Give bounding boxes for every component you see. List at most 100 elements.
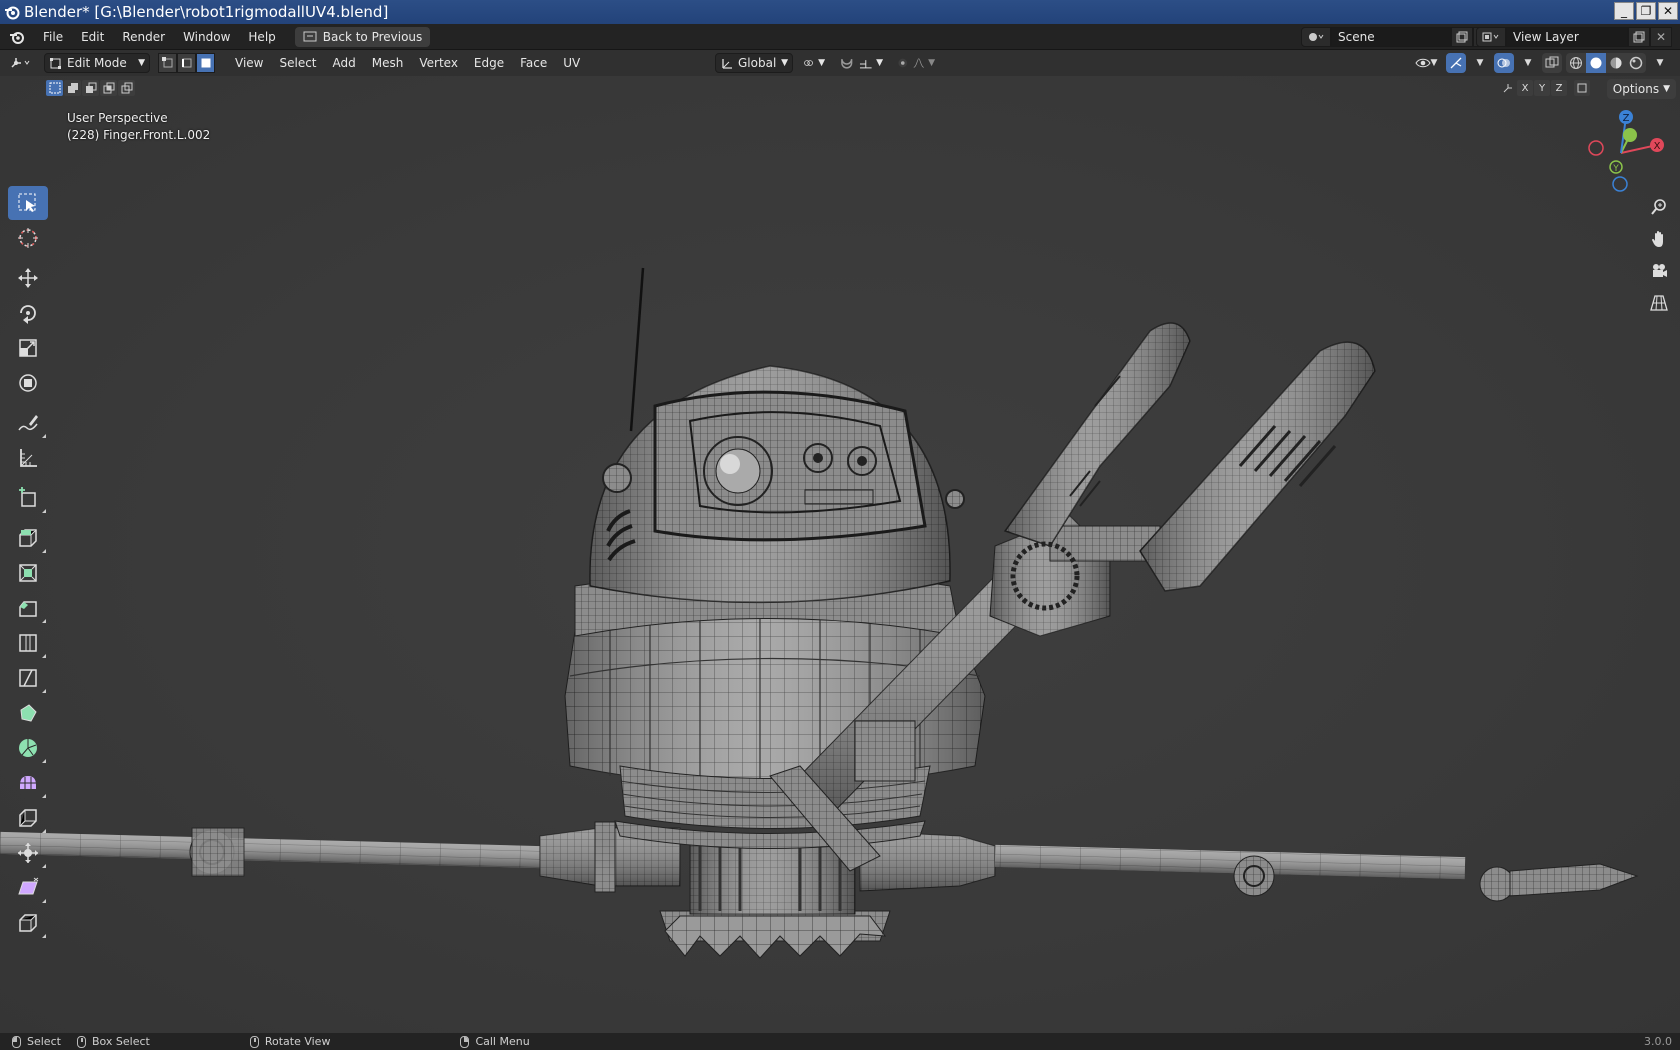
snapping-controls[interactable]: ▼ [835, 53, 887, 73]
viewport-tool-settings: X Y Z Options ▼ [0, 76, 1680, 102]
wireframe-shading-icon[interactable] [1566, 53, 1586, 73]
axis-lock-y-button[interactable]: Y [1534, 80, 1550, 96]
viewport-header: Edit Mode ▼ View Select Add Mesh Vertex … [0, 50, 1680, 76]
shading-dropdown[interactable]: ▼ [1650, 53, 1670, 73]
menu-file[interactable]: File [34, 30, 72, 44]
header-menu-edge[interactable]: Edge [466, 56, 512, 70]
menu-window[interactable]: Window [174, 30, 239, 44]
menu-help[interactable]: Help [239, 30, 284, 44]
transform-orientation-dropdown[interactable]: Global ▼ [715, 53, 793, 73]
zoom-icon[interactable] [1646, 194, 1672, 220]
view-layer-name-field[interactable]: View Layer [1506, 27, 1628, 47]
pan-hand-icon[interactable] [1646, 226, 1672, 252]
smooth-tool[interactable] [8, 766, 48, 800]
gizmo-neg-z-axis[interactable] [1612, 176, 1628, 192]
gizmo-dropdown[interactable]: ▼ [1470, 53, 1490, 73]
view-layer-browse-icon[interactable] [1476, 27, 1506, 47]
cursor-tool[interactable] [8, 221, 48, 255]
navigation-gizmo[interactable]: X Z Y [1576, 108, 1666, 192]
options-label: Options [1612, 82, 1660, 96]
header-menu-vertex[interactable]: Vertex [411, 56, 466, 70]
left-mouse-icon [12, 1035, 21, 1048]
gizmo-neg-x-axis[interactable] [1588, 140, 1604, 156]
header-menu-view[interactable]: View [227, 56, 271, 70]
scene-name: Scene [1338, 30, 1375, 44]
minimize-button[interactable]: _ [1614, 2, 1634, 20]
menu-edit[interactable]: Edit [72, 30, 113, 44]
move-tool[interactable] [8, 261, 48, 295]
shrink-fatten-tool[interactable] [8, 836, 48, 870]
header-menu-add[interactable]: Add [325, 56, 364, 70]
visibility-dropdown[interactable]: ▼ [1410, 53, 1442, 73]
scene-browse-icon[interactable] [1301, 27, 1331, 47]
select-extend-icon[interactable] [64, 80, 81, 96]
header-menu-select[interactable]: Select [271, 56, 324, 70]
3d-viewport[interactable]: X Y Z Options ▼ User Perspective (228) F… [0, 76, 1680, 1033]
editor-type-icon[interactable] [6, 53, 36, 73]
select-box-tool[interactable] [8, 186, 48, 220]
add-cube-tool[interactable] [8, 481, 48, 515]
maximize-button[interactable]: ❐ [1636, 2, 1656, 20]
axis-lock-x-button[interactable]: X [1517, 80, 1533, 96]
header-menu-mesh[interactable]: Mesh [364, 56, 412, 70]
tool-shelf [8, 186, 48, 941]
pivot-point-icon [804, 60, 813, 66]
scene-new-icon[interactable] [1451, 27, 1473, 47]
view-perspective-label: User Perspective [67, 111, 168, 125]
vertex-select-icon[interactable] [158, 53, 177, 73]
camera-icon[interactable] [1646, 258, 1672, 284]
material-preview-shading-icon[interactable] [1606, 53, 1626, 73]
select-subtract-icon[interactable] [82, 80, 99, 96]
select-invert-icon[interactable] [100, 80, 117, 96]
status-rotate-view-label: Rotate View [264, 1035, 331, 1048]
scene-name-field[interactable]: Scene [1331, 27, 1451, 47]
overlays-dropdown[interactable]: ▼ [1518, 53, 1538, 73]
bevel-tool[interactable] [8, 591, 48, 625]
inset-faces-tool[interactable] [8, 556, 48, 590]
axis-lock-z-button[interactable]: Z [1551, 80, 1567, 96]
view-layer-new-icon[interactable] [1628, 27, 1650, 47]
measure-tool[interactable] [8, 441, 48, 475]
view-layer-delete-icon[interactable]: ✕ [1650, 27, 1672, 47]
select-intersect-icon[interactable] [118, 80, 135, 96]
shear-tool[interactable] [8, 871, 48, 905]
edge-slide-tool[interactable] [8, 801, 48, 835]
rotate-tool[interactable] [8, 296, 48, 330]
annotate-tool[interactable] [8, 406, 48, 440]
header-menu-uv[interactable]: UV [555, 56, 588, 70]
extrude-region-tool[interactable] [8, 521, 48, 555]
drag-mouse-icon [76, 1035, 86, 1048]
proportional-editing-controls[interactable]: ▼ [893, 53, 939, 73]
auto-merge-icon[interactable] [1574, 80, 1590, 96]
select-new-icon[interactable] [46, 80, 63, 96]
spin-tool[interactable] [8, 731, 48, 765]
extrude-region-icon [19, 529, 37, 547]
perspective-grid-icon[interactable] [1646, 290, 1672, 316]
blender-menu-icon[interactable] [0, 29, 34, 45]
xray-toggle-icon[interactable] [1542, 53, 1562, 73]
options-dropdown[interactable]: Options ▼ [1606, 79, 1676, 99]
gizmo-y-axis[interactable] [1623, 128, 1637, 142]
transform-tool[interactable] [8, 366, 48, 400]
pivot-point-dropdown[interactable]: ▼ [799, 53, 829, 73]
menu-render[interactable]: Render [113, 30, 174, 44]
scale-icon [19, 339, 37, 357]
rendered-shading-icon[interactable] [1626, 53, 1646, 73]
interaction-mode-dropdown[interactable]: Edit Mode ▼ [44, 53, 150, 73]
close-button[interactable]: ✕ [1658, 2, 1678, 20]
add-cube-icon [19, 487, 36, 507]
back-to-previous-button[interactable]: Back to Previous [294, 26, 431, 47]
scale-tool[interactable] [8, 331, 48, 365]
gizmo-toggle-icon[interactable] [1446, 53, 1466, 73]
face-select-icon[interactable] [196, 53, 215, 73]
header-menu-face[interactable]: Face [512, 56, 555, 70]
rip-region-tool[interactable] [8, 906, 48, 940]
edge-select-icon[interactable] [177, 53, 196, 73]
right-mouse-icon [460, 1035, 470, 1048]
knife-tool[interactable] [8, 661, 48, 695]
loop-cut-tool[interactable] [8, 626, 48, 660]
solid-shading-icon[interactable] [1586, 53, 1606, 73]
view-layer-selector: View Layer ✕ [1476, 27, 1672, 47]
poly-build-tool[interactable] [8, 696, 48, 730]
overlays-toggle-icon[interactable] [1494, 53, 1514, 73]
